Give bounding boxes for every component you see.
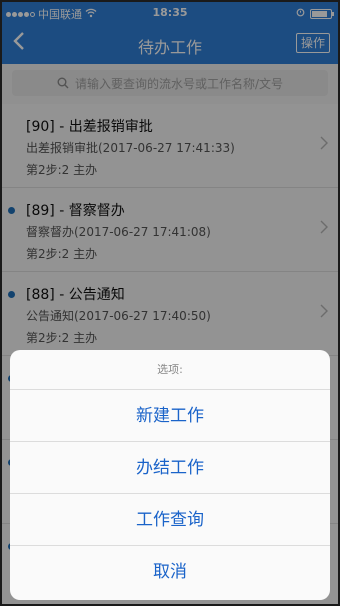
action-sheet-title: 选项: [10, 350, 330, 390]
action-sheet: 选项: 新建工作 办结工作 工作查询 取消 [10, 350, 330, 600]
query-work-button[interactable]: 工作查询 [10, 494, 330, 546]
phone-screen: 中国联通 18:35 待办工作 操作 请输入要查询的流水号或工作名称/文号 [9… [2, 2, 338, 604]
cancel-button[interactable]: 取消 [10, 546, 330, 598]
new-work-button[interactable]: 新建工作 [10, 390, 330, 442]
finish-work-button[interactable]: 办结工作 [10, 442, 330, 494]
